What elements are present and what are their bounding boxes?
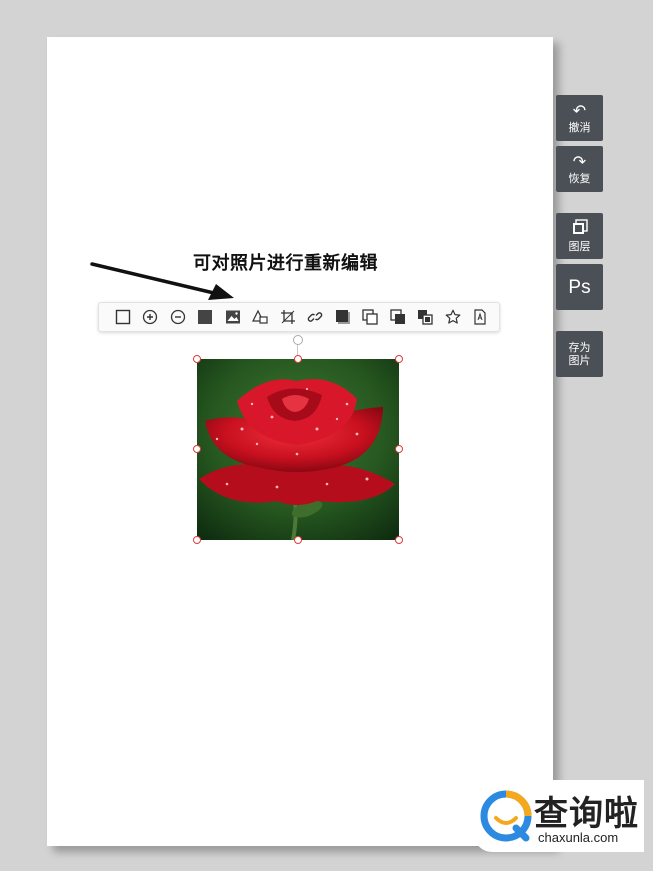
fill-button[interactable] (192, 304, 220, 330)
resize-handle-top-left[interactable] (193, 355, 201, 363)
layers-button[interactable]: 图层 (556, 213, 603, 259)
undo-button[interactable]: ↶ 撤消 (556, 95, 603, 141)
image-edit-toolbar (98, 302, 500, 332)
resize-handle-bottom-center[interactable] (294, 536, 302, 544)
ps-button[interactable]: Ps (556, 264, 603, 310)
annotation-arrow (90, 262, 234, 300)
redo-button[interactable]: ↷ 恢复 (556, 146, 603, 192)
rectangle-tool-button[interactable] (109, 304, 137, 330)
watermark-url: chaxunla.com (538, 830, 619, 845)
resize-handle-bottom-right[interactable] (395, 536, 403, 544)
minus-circle-icon (170, 309, 185, 325)
rose-image (197, 359, 399, 540)
redo-icon: ↷ (572, 152, 587, 171)
link-button[interactable] (302, 304, 330, 330)
undo-icon: ↶ (572, 101, 587, 120)
ps-label: Ps (568, 276, 591, 298)
copy-icon (362, 309, 378, 325)
copy-button[interactable] (357, 304, 385, 330)
image-icon (225, 310, 240, 324)
undo-label: 撤消 (568, 121, 591, 134)
text-page-button[interactable] (467, 304, 495, 330)
link-icon (308, 312, 323, 322)
chaxunla-logo-icon (480, 790, 532, 842)
star-icon (445, 309, 461, 324)
shadow-square-icon (335, 310, 350, 324)
replace-image-button[interactable] (219, 304, 247, 330)
save-image-label-line2: 图片 (568, 354, 591, 367)
bring-forward-button[interactable] (384, 304, 412, 330)
triangle-square-icon (252, 309, 268, 324)
filled-square-icon (198, 310, 213, 324)
crop-icon (280, 310, 295, 324)
resize-handle-bottom-left[interactable] (193, 536, 201, 544)
resize-handle-top-center[interactable] (294, 355, 302, 363)
plus-circle-icon (143, 309, 158, 325)
rotate-handle[interactable] (293, 335, 303, 345)
zoom-out-button[interactable] (164, 304, 192, 330)
rose-photo[interactable] (197, 359, 399, 540)
text-page-icon (474, 309, 486, 325)
resize-handle-middle-right[interactable] (395, 445, 403, 453)
layer-forward-icon (390, 309, 405, 324)
shadow-button[interactable] (329, 304, 357, 330)
watermark-brand: 查询啦 (534, 794, 639, 834)
layer-backward-icon (418, 310, 433, 325)
zoom-in-button[interactable] (137, 304, 165, 330)
resize-handle-middle-left[interactable] (193, 445, 201, 453)
watermark: 查询啦 chaxunla.com (474, 780, 644, 852)
layers-icon (572, 219, 588, 239)
favorite-button[interactable] (439, 304, 467, 330)
redo-label: 恢复 (568, 172, 591, 185)
shape-button[interactable] (247, 304, 275, 330)
resize-handle-top-right[interactable] (395, 355, 403, 363)
save-image-label-line1: 存为 (568, 341, 591, 354)
square-outline-icon (115, 309, 130, 325)
send-backward-button[interactable] (412, 304, 440, 330)
save-as-image-button[interactable]: 存为 图片 (556, 331, 603, 377)
layers-label: 图层 (568, 240, 591, 253)
crop-button[interactable] (274, 304, 302, 330)
